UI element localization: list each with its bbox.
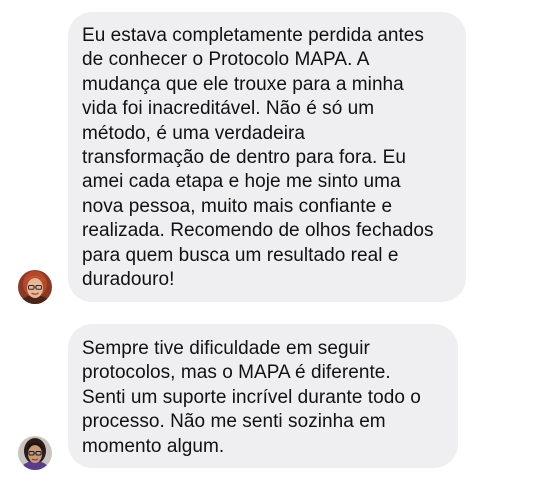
- message-line: mudança que ele trouxe para a minha: [82, 73, 404, 95]
- woman-dark-hair-glasses-avatar-icon: [18, 436, 52, 470]
- sender-avatar-1[interactable]: [18, 270, 52, 304]
- message-line: Sempre tive dificuldade em seguir: [82, 338, 370, 359]
- sender-avatar-2[interactable]: [18, 436, 52, 470]
- message-line: realizada. Recomendo de olhos fechados: [82, 220, 434, 242]
- message-line: duradouro!: [82, 269, 175, 291]
- woman-red-hair-glasses-avatar-icon: [18, 270, 52, 304]
- message-line: nova pessoa, muito mais confiante e: [82, 195, 393, 217]
- message-bubble-2: Sempre tive dificuldade em seguir protoc…: [68, 324, 458, 468]
- message-line: Senti um suporte incrível durante todo o: [82, 386, 421, 408]
- message-line: processo. Não me senti sozinha em: [82, 411, 386, 433]
- message-line: de conhecer o Protocolo MAPA. A: [82, 49, 370, 71]
- message-line: para quem busca um resultado real e: [82, 244, 399, 266]
- message-line: protocolos, mas o MAPA é diferente.: [82, 362, 391, 384]
- message-bubble-1: Eu estava completamente perdida antes de…: [68, 12, 466, 302]
- message-line: momento algum.: [82, 435, 225, 457]
- message-line: amei cada etapa e hoje me sinto uma: [82, 171, 401, 193]
- message-line: método, é uma verdadeira: [82, 122, 305, 144]
- message-line: Eu estava completamente perdida antes: [82, 25, 424, 46]
- message-line: vida foi inacreditável. Não é só um: [82, 98, 375, 120]
- message-line: transformação de dentro para fora. Eu: [82, 147, 406, 169]
